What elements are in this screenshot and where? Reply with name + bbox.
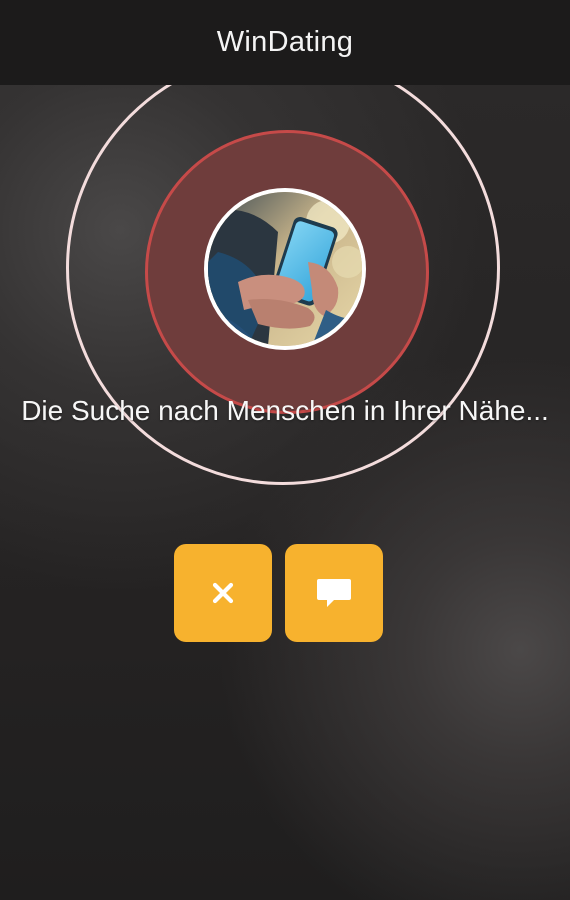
action-bar [174,544,383,642]
avatar [204,188,366,350]
app-title: WinDating [216,26,354,58]
close-icon [211,581,235,605]
search-screen: WinDating Die Suche nach Menschen in Ihr… [0,0,570,900]
search-status-text: Die Suche nach Menschen in Ihrer Nähe... [21,395,549,426]
chat-button[interactable] [285,544,383,642]
avatar-photo [208,192,362,346]
cancel-button[interactable] [174,544,272,642]
app-header: WinDating [0,0,570,85]
chat-icon [316,577,352,609]
